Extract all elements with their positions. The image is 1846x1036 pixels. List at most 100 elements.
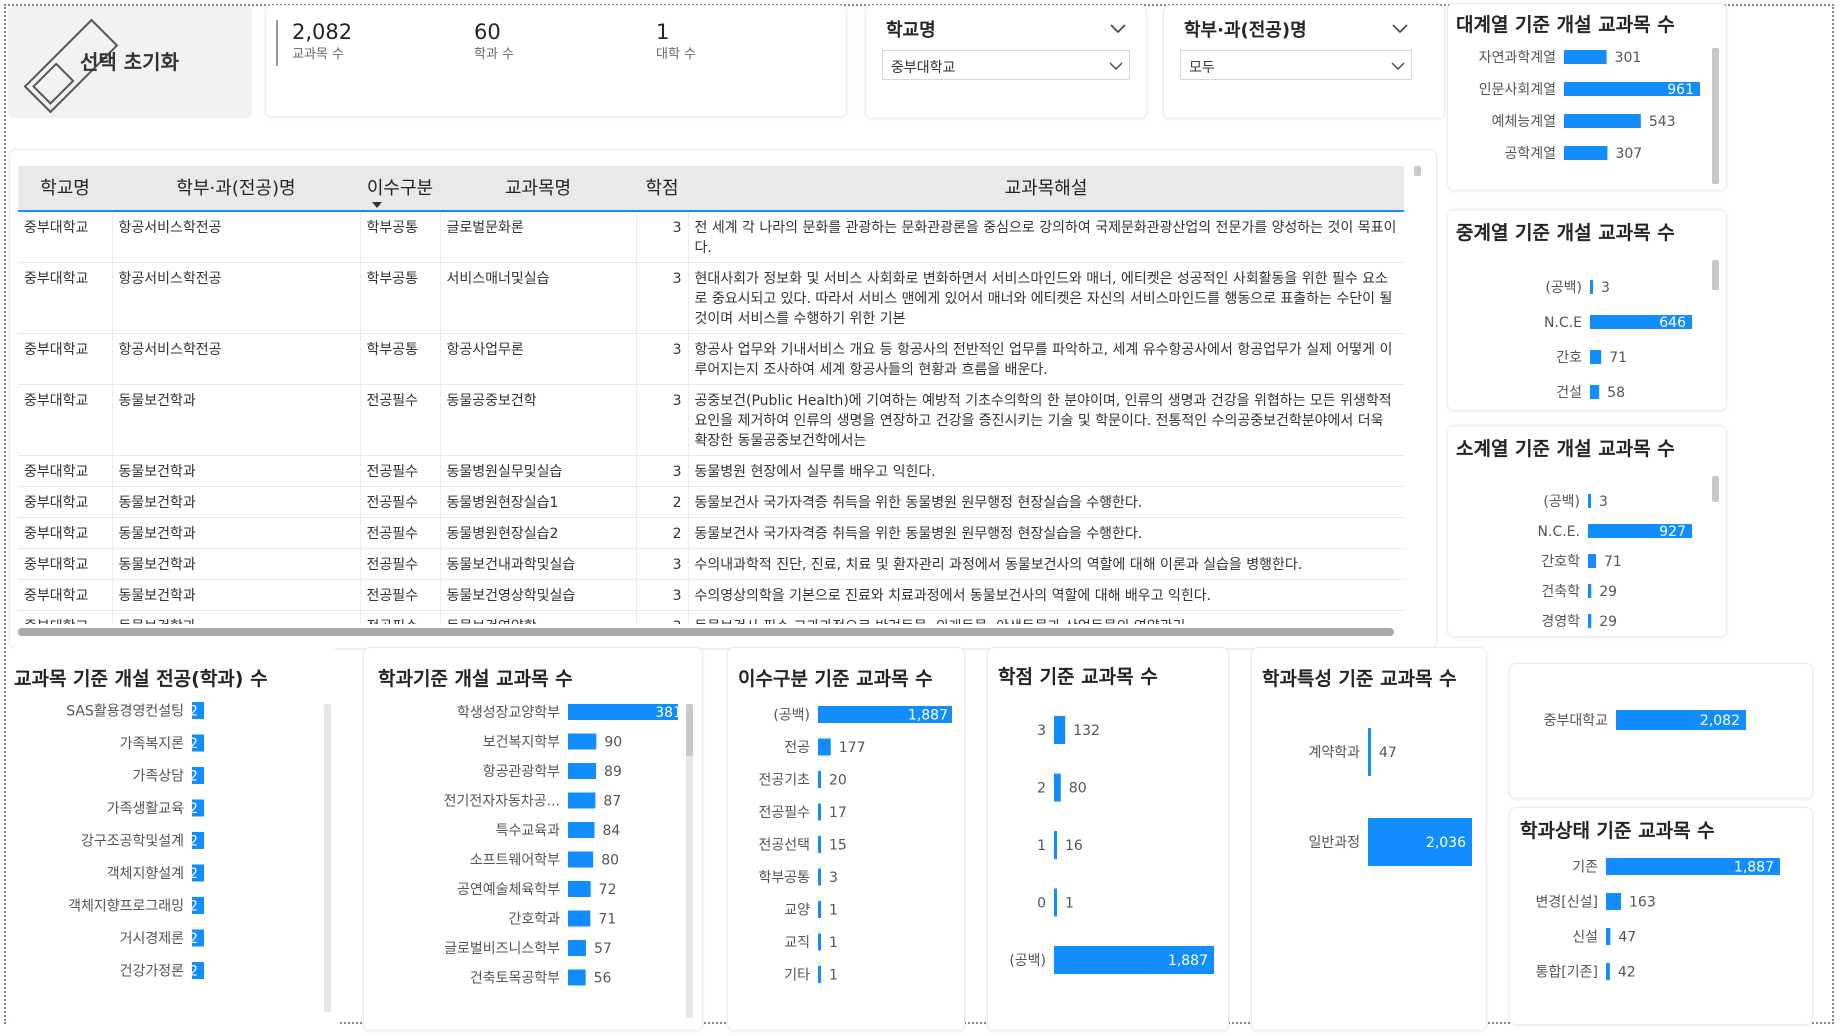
category-label: 0 [1037, 896, 1046, 912]
bar[interactable] [1606, 893, 1622, 910]
chevron-down-icon[interactable] [1392, 24, 1408, 34]
table-cell: 3 [636, 384, 689, 456]
table-cell: 동물보건영양학 [440, 610, 637, 624]
chart-title: 대계열 기준 개설 교과목 수 [1456, 14, 1675, 36]
table-cell: 3 [636, 455, 689, 487]
category-label: 객체지향프로그래밍 [68, 899, 184, 915]
bar[interactable] [1564, 50, 1607, 64]
table-cell: 동물보건영상학및실습 [440, 579, 637, 611]
bar[interactable] [568, 763, 597, 779]
bar[interactable] [818, 901, 821, 918]
school-dropdown[interactable]: 중부대학교 [882, 50, 1130, 80]
table-cell: 중부대학교 [18, 517, 113, 549]
table-header-row: 학교명 학부·과(전공)명 이수구분 교과목명 학점 교과목해설 [18, 166, 1404, 210]
bar[interactable] [818, 868, 821, 886]
bar[interactable] [568, 851, 594, 868]
bar[interactable] [818, 771, 821, 788]
table-row[interactable]: 중부대학교 항공서비스학전공 학부공통 글로벌문화론 3 전 세계 각 나라의 문화를 관… [18, 212, 1404, 263]
table-row[interactable]: 중부대학교 동물보건학과 전공필수 동물병원현장실습1 2 동물보건사 국가자격증 취득을… [18, 486, 1404, 518]
bar[interactable] [568, 733, 597, 750]
bar[interactable] [568, 881, 591, 897]
bar[interactable] [818, 966, 821, 983]
category-label: 항공관광학부 [483, 764, 560, 780]
category-label: 전공필수 [758, 805, 810, 821]
bar[interactable] [1564, 114, 1641, 128]
bar[interactable] [818, 738, 831, 756]
category-label: 통합[기존] [1536, 965, 1598, 981]
table-cell: 중부대학교 [18, 333, 113, 385]
bar[interactable] [1368, 728, 1371, 776]
col-header[interactable]: 이수구분 [360, 174, 440, 200]
scrollbar-thumb[interactable] [686, 704, 693, 756]
table-cell: 동물보건학과 [112, 517, 361, 549]
value-label: 72 [599, 882, 617, 898]
col-header[interactable]: 학교명 [18, 174, 112, 200]
scrollbar[interactable] [324, 704, 331, 1012]
table-horizontal-scrollbar[interactable] [18, 628, 1394, 636]
bar[interactable] [1606, 963, 1610, 980]
bar[interactable] [1588, 494, 1591, 508]
chart-title: 학과특성 기준 교과목 수 [1262, 668, 1457, 690]
category-label: 학부공통 [758, 870, 810, 886]
scrollbar[interactable] [1712, 48, 1719, 184]
dept-by-course-chart: SAS활용경영컨설팅 2가족복지론 2가족상담 2가족생활교육 2강구조공학및설계 2객체… [66, 702, 204, 980]
bar[interactable] [1588, 554, 1596, 568]
bar[interactable] [568, 969, 586, 986]
dept-dropdown[interactable]: 모두 [1180, 50, 1412, 80]
bar[interactable] [568, 940, 586, 956]
bar[interactable] [818, 803, 821, 821]
bar[interactable] [568, 792, 596, 809]
table-cell: 3 [636, 579, 689, 611]
category-label: 자연과학계열 [1479, 50, 1556, 66]
bar[interactable] [1588, 584, 1592, 598]
bar[interactable] [1054, 773, 1061, 802]
bar[interactable] [1054, 888, 1057, 917]
category-label: 가족상담 [132, 769, 184, 785]
category-label: 3 [1037, 723, 1046, 739]
bar[interactable] [1054, 831, 1057, 859]
value-label: 47 [1618, 930, 1636, 946]
table-row[interactable]: 중부대학교동물보건학과전공필수동물보건영양학3동물보건사 필수 교과과정으로 반… [18, 610, 1404, 624]
category-label: 2 [1037, 781, 1046, 797]
scrollbar[interactable] [1712, 476, 1719, 502]
table-row[interactable]: 중부대학교 동물보건학과 전공필수 동물병원현장실습2 2 동물보건사 국가자격증 취득을… [18, 517, 1404, 549]
table-row[interactable]: 중부대학교 동물보건학과 전공필수 동물보건영상학및실습 3 수의영상의학을 기본으로 진… [18, 579, 1404, 611]
bar[interactable] [1590, 280, 1593, 294]
bar[interactable] [818, 836, 821, 853]
scrollbar[interactable] [1712, 260, 1719, 290]
category-label: 간호학 [1541, 554, 1580, 570]
table-cell: 3 [636, 262, 689, 334]
slicer-title: 학교명 [886, 20, 936, 41]
table-row[interactable]: 중부대학교 동물보건학과 전공필수 동물보건내과학및실습 3 수의내과학적 진단, 진료,… [18, 548, 1404, 580]
bar[interactable] [1590, 350, 1602, 364]
bar[interactable] [1564, 146, 1608, 160]
chevron-down-icon[interactable] [1110, 24, 1126, 34]
value-label: 961 [1667, 82, 1694, 98]
bar[interactable] [1588, 614, 1592, 628]
table-row[interactable]: 중부대학교 항공서비스학전공 학부공통 항공사업무론 3 항공사 업무와 기내서비스 개요… [18, 333, 1404, 385]
course-by-feature-chart: 계약학과 47 일반과정 2,036 [1308, 728, 1472, 866]
bar[interactable] [568, 910, 591, 927]
table-vertical-scrollbar[interactable] [1414, 166, 1421, 176]
col-header[interactable]: 학점 [636, 174, 688, 200]
value-label: 1 [829, 935, 838, 951]
value-label: 56 [594, 971, 612, 987]
major-cat-chart: 자연과학계열 301 인문사회계열 961 예체능계열 543 공학계열 307 [1479, 50, 1700, 162]
reset-selection-button[interactable]: 선택 초기화 [8, 6, 252, 118]
value-label: 307 [1615, 146, 1642, 162]
col-header[interactable]: 교과목명 [440, 174, 636, 200]
table-cell: 동물병원 현장에서 실무를 배우고 익힌다. [694, 464, 936, 480]
bar[interactable] [568, 822, 595, 838]
value-label: 381 [655, 705, 678, 721]
table-row[interactable]: 중부대학교 동물보건학과 전공필수 동물병원실무및실습 3 동물병원 현장에서 실무를 배… [18, 455, 1404, 487]
table-cell: 동물보건사 국가자격증 취득을 위한 동물병원 원무행정 현장실습을 수행한다. [694, 495, 1143, 511]
bar[interactable] [1590, 385, 1600, 399]
col-header[interactable]: 학부·과(전공)명 [112, 174, 360, 200]
bar[interactable] [818, 933, 821, 951]
bar[interactable] [1606, 928, 1611, 945]
col-header[interactable]: 교과목해설 [688, 174, 1404, 200]
table-cell: 현대사회가 정보화 및 서비스 사회화로 변화하면서 서비스마인드와 매너, 에… [694, 271, 1393, 327]
table-row[interactable]: 중부대학교 동물보건학과 전공필수 동물공중보건학 3 공중보건(Public Healt… [18, 384, 1404, 456]
table-row[interactable]: 중부대학교 항공서비스학전공 학부공통 서비스매너및실습 3 현대사회가 정보화 및 서비… [18, 262, 1404, 334]
bar[interactable] [1054, 716, 1066, 744]
